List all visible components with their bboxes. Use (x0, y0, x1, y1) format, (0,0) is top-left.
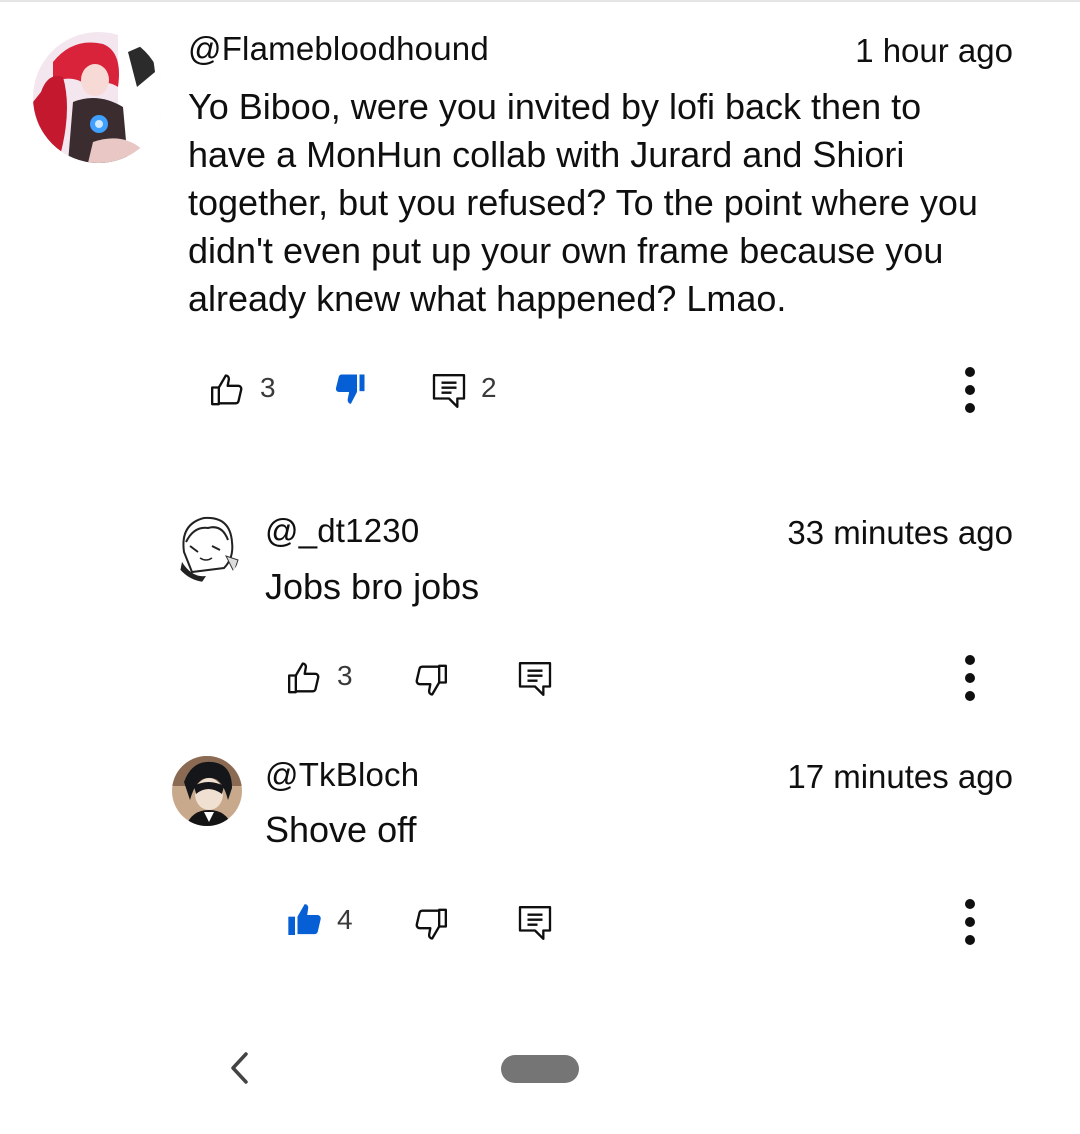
like-count: 3 (260, 372, 276, 403)
top-divider (0, 0, 1080, 2)
thumbs-up-icon[interactable] (208, 370, 248, 410)
comment-author[interactable]: @Flamebloodhound (188, 30, 489, 68)
comment-text: Yo Biboo, were you invited by lofi back … (188, 86, 978, 319)
avatar[interactable] (172, 512, 242, 582)
back-chevron-icon[interactable] (222, 1050, 258, 1086)
reply-timestamp: 33 minutes ago (787, 514, 1013, 551)
more-vertical-icon[interactable] (950, 650, 990, 706)
reply-comment-icon[interactable] (515, 658, 555, 700)
avatar[interactable] (172, 756, 242, 826)
thumbs-up-icon[interactable] (285, 658, 325, 698)
comment-timestamp: 1 hour ago (855, 32, 1013, 69)
like-count: 3 (337, 660, 353, 691)
reply-author[interactable]: @_dt1230 (265, 512, 419, 550)
thumbs-down-icon[interactable] (410, 660, 450, 700)
reply-text: Jobs bro jobs (265, 566, 480, 607)
thumbs-down-icon[interactable] (332, 372, 372, 412)
reply-author[interactable]: @TkBloch (265, 756, 419, 794)
thumbs-up-icon[interactable] (285, 900, 325, 940)
more-vertical-icon[interactable] (950, 894, 990, 950)
reply-text: Shove off (265, 809, 417, 850)
thumbs-down-icon[interactable] (410, 904, 450, 944)
reply-count[interactable]: 2 (481, 372, 497, 404)
home-pill[interactable] (501, 1055, 579, 1083)
avatar[interactable] (33, 32, 164, 163)
more-vertical-icon[interactable] (950, 362, 990, 418)
like-count: 4 (337, 904, 353, 935)
reply-comment-icon[interactable] (515, 902, 555, 944)
reply-timestamp: 17 minutes ago (787, 758, 1013, 795)
reply-comment-icon[interactable] (429, 370, 469, 412)
